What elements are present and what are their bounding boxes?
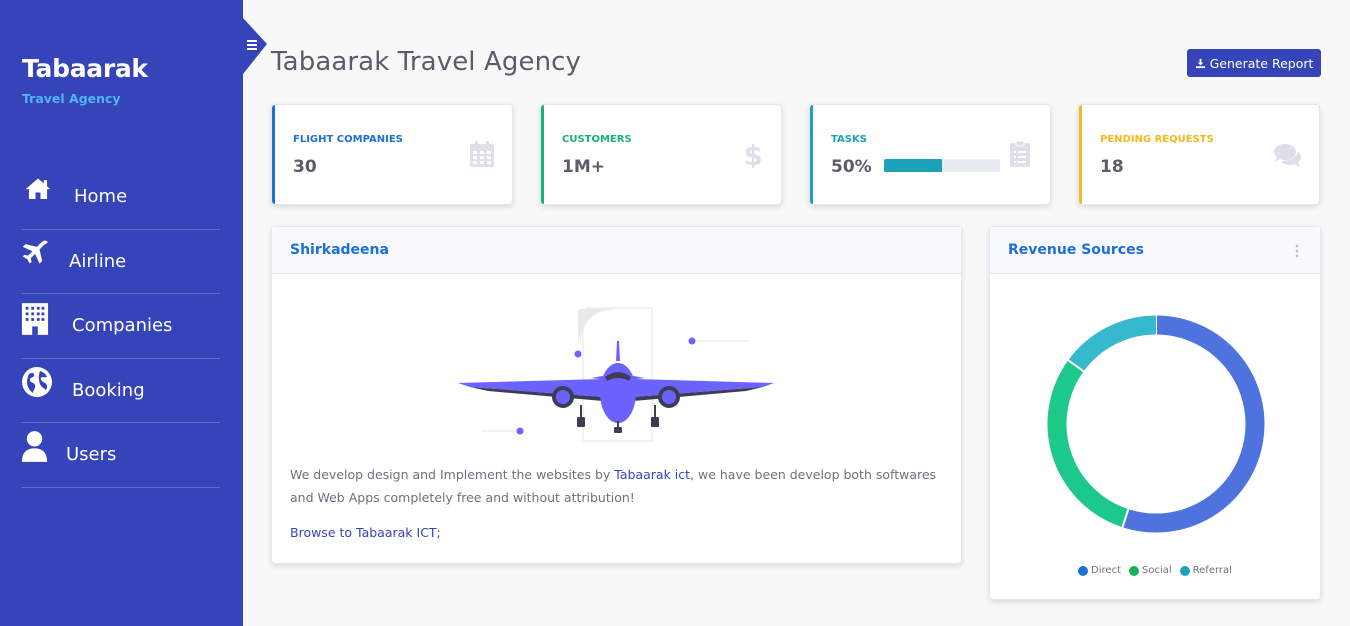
stat-value: 18 <box>1100 157 1124 177</box>
airplane-illustration <box>458 307 774 442</box>
sidebar-item-users[interactable]: Users <box>21 423 220 488</box>
about-description: We develop design and Implement the webs… <box>290 463 960 509</box>
menu-icon <box>247 40 257 50</box>
card-accent <box>272 105 275 204</box>
stat-card-flight-companies: Flight Companies 30 <box>271 104 513 205</box>
donut-slice-direct <box>1122 315 1265 533</box>
card-accent <box>1079 105 1082 204</box>
browse-tabaarak-link[interactable]: Browse to Tabaarak ICT; <box>290 525 441 540</box>
tabaarak-ict-link[interactable]: Tabaarak ict <box>614 467 690 482</box>
stat-card-tasks: Tasks 50% <box>809 104 1051 205</box>
revenue-panel: Revenue Sources Direct Social Referral <box>989 226 1321 600</box>
about-text-start: We develop design and Implement the webs… <box>290 467 615 482</box>
sidebar-toggle-button[interactable] <box>243 18 269 74</box>
stat-label: Tasks <box>831 134 867 145</box>
sidebar-item-airline[interactable]: Airline <box>21 230 220 294</box>
download-icon <box>1195 58 1205 68</box>
card-accent <box>810 105 813 204</box>
sidebar-item-home[interactable]: Home <box>21 165 220 230</box>
sidebar-item-label: Users <box>66 444 117 465</box>
legend-item: Social <box>1129 565 1172 576</box>
calendar-icon <box>470 141 494 167</box>
legend-label: Referral <box>1192 565 1232 576</box>
legend-label: Direct <box>1091 565 1121 576</box>
stat-value: 50% <box>831 157 872 177</box>
sidebar-item-companies[interactable]: Companies <box>21 294 220 359</box>
stat-label: Flight Companies <box>293 134 403 145</box>
panel-title: Shirkadeena <box>290 242 389 258</box>
panel-header: Shirkadeena <box>272 227 961 274</box>
home-icon <box>25 178 51 200</box>
stat-label: Customers <box>562 134 632 145</box>
progress-fill <box>884 159 942 172</box>
chart-legend: Direct Social Referral <box>990 565 1320 576</box>
sidebar-item-label: Home <box>74 186 128 207</box>
stat-label: Pending Requests <box>1100 134 1214 145</box>
globe-icon <box>22 366 52 397</box>
more-vertical-icon[interactable] <box>1294 244 1300 258</box>
stat-value: 30 <box>293 157 317 177</box>
stat-card-pending-requests: Pending Requests 18 <box>1078 104 1320 205</box>
panel-title: Revenue Sources <box>1008 242 1144 258</box>
donut-slice-social <box>1047 360 1129 528</box>
sidebar: Tabaarak Travel Agency Home Airline Comp… <box>0 0 243 626</box>
tasks-progress-bar <box>884 159 1000 172</box>
about-panel: Shirkadeena We develop design and Implem… <box>271 226 962 564</box>
revenue-donut-chart <box>1047 314 1265 533</box>
legend-dot <box>1129 565 1139 576</box>
svg-text:$: $ <box>743 140 762 168</box>
clipboard-icon <box>1010 140 1030 167</box>
sidebar-item-booking[interactable]: Booking <box>21 359 220 423</box>
comments-icon <box>1274 144 1301 167</box>
stat-value: 1M+ <box>562 157 605 177</box>
legend-dot <box>1179 565 1190 576</box>
sidebar-nav: Home Airline Companies Booking Users <box>21 165 220 488</box>
plane-icon <box>22 240 48 264</box>
legend-item: Referral <box>1179 565 1232 576</box>
sidebar-item-label: Companies <box>72 315 173 336</box>
building-icon <box>21 303 49 335</box>
dollar-icon: $ <box>743 140 762 168</box>
sidebar-item-label: Airline <box>69 250 127 272</box>
legend-item: Direct <box>1078 565 1121 576</box>
generate-report-label: Generate Report <box>1209 55 1314 71</box>
legend-dot <box>1078 565 1089 576</box>
sidebar-item-label: Booking <box>72 379 145 401</box>
card-accent <box>541 105 544 204</box>
donut-slice-referral <box>1068 315 1157 372</box>
brand-subtitle: Travel Agency <box>22 91 121 106</box>
generate-report-button[interactable]: Generate Report <box>1187 49 1321 77</box>
stat-card-customers: Customers 1M+ $ <box>540 104 782 205</box>
brand-title: Tabaarak <box>22 54 148 83</box>
user-icon <box>21 431 48 462</box>
legend-label: Social <box>1142 565 1172 576</box>
page-title: Tabaarak Travel Agency <box>271 47 582 77</box>
panel-header: Revenue Sources <box>990 227 1320 274</box>
